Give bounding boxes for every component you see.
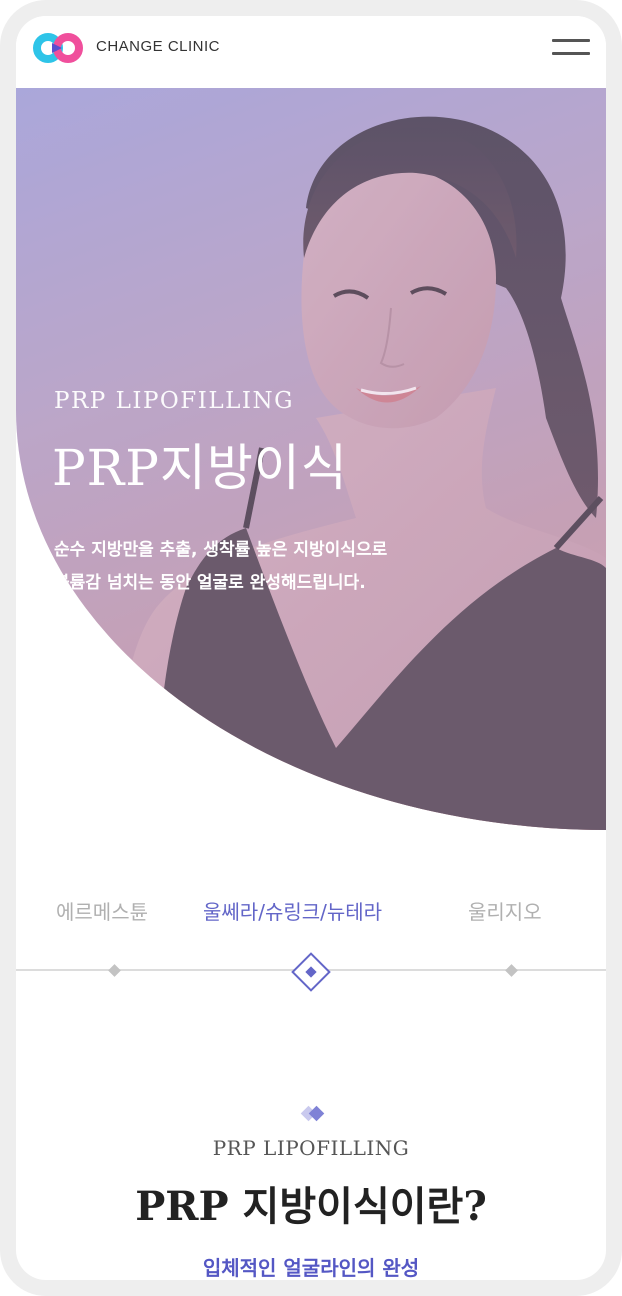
section-lead: 입체적인 얼굴라인의 완성 (202, 1256, 420, 1280)
section-subtitle: PRP LIPOFILLING (212, 1136, 410, 1160)
tab-indicator-diamond-active-icon[interactable] (286, 947, 336, 997)
tab-indicator-dot-inactive[interactable] (108, 964, 121, 977)
hero-description-line2: 볼륨감 넘치는 동안 얼굴로 완성해드립니다. (54, 573, 366, 593)
brand-name[interactable]: CHANGE CLINIC (96, 38, 220, 55)
tab-ulthera-lizio[interactable]: 울리지오 (468, 896, 542, 925)
treatment-tabs: 에르메스튠 울쎄라/슈링크/뉴테라 울리지오 (16, 896, 606, 936)
tab-ulthera-shrink-newtera[interactable]: 울쎄라/슈링크/뉴테라 (203, 896, 382, 925)
screen: CHANGE CLINIC PRP LIPOFILLING PRP지방이식 순수… (16, 16, 606, 1280)
menu-icon[interactable] (552, 39, 592, 61)
hero-banner: PRP LIPOFILLING PRP지방이식 순수 지방만을 추출, 생착률 … (16, 88, 606, 830)
hero-description-line1: 순수 지방만을 추출, 생착률 높은 지방이식으로 (54, 540, 388, 560)
hero-subtitle: PRP LIPOFILLING (54, 388, 294, 414)
hero-title: PRP지방이식 (52, 439, 348, 497)
header: CHANGE CLINIC (16, 16, 606, 88)
double-diamond-icon (300, 1105, 325, 1122)
tab-indicator-dot-inactive[interactable] (505, 964, 518, 977)
menu-icon-bar-top (552, 39, 590, 42)
phone-frame: CHANGE CLINIC PRP LIPOFILLING PRP지방이식 순수… (0, 0, 622, 1296)
tab-hermes-tune[interactable]: 에르메스튠 (56, 896, 148, 925)
menu-icon-bar-bottom (552, 52, 590, 55)
clinic-logo[interactable] (32, 32, 84, 64)
section-title: PRP 지방이식이란? (135, 1183, 487, 1230)
hero-description: 순수 지방만을 추출, 생착률 높은 지방이식으로 볼륨감 넘치는 동안 얼굴로… (54, 534, 514, 600)
